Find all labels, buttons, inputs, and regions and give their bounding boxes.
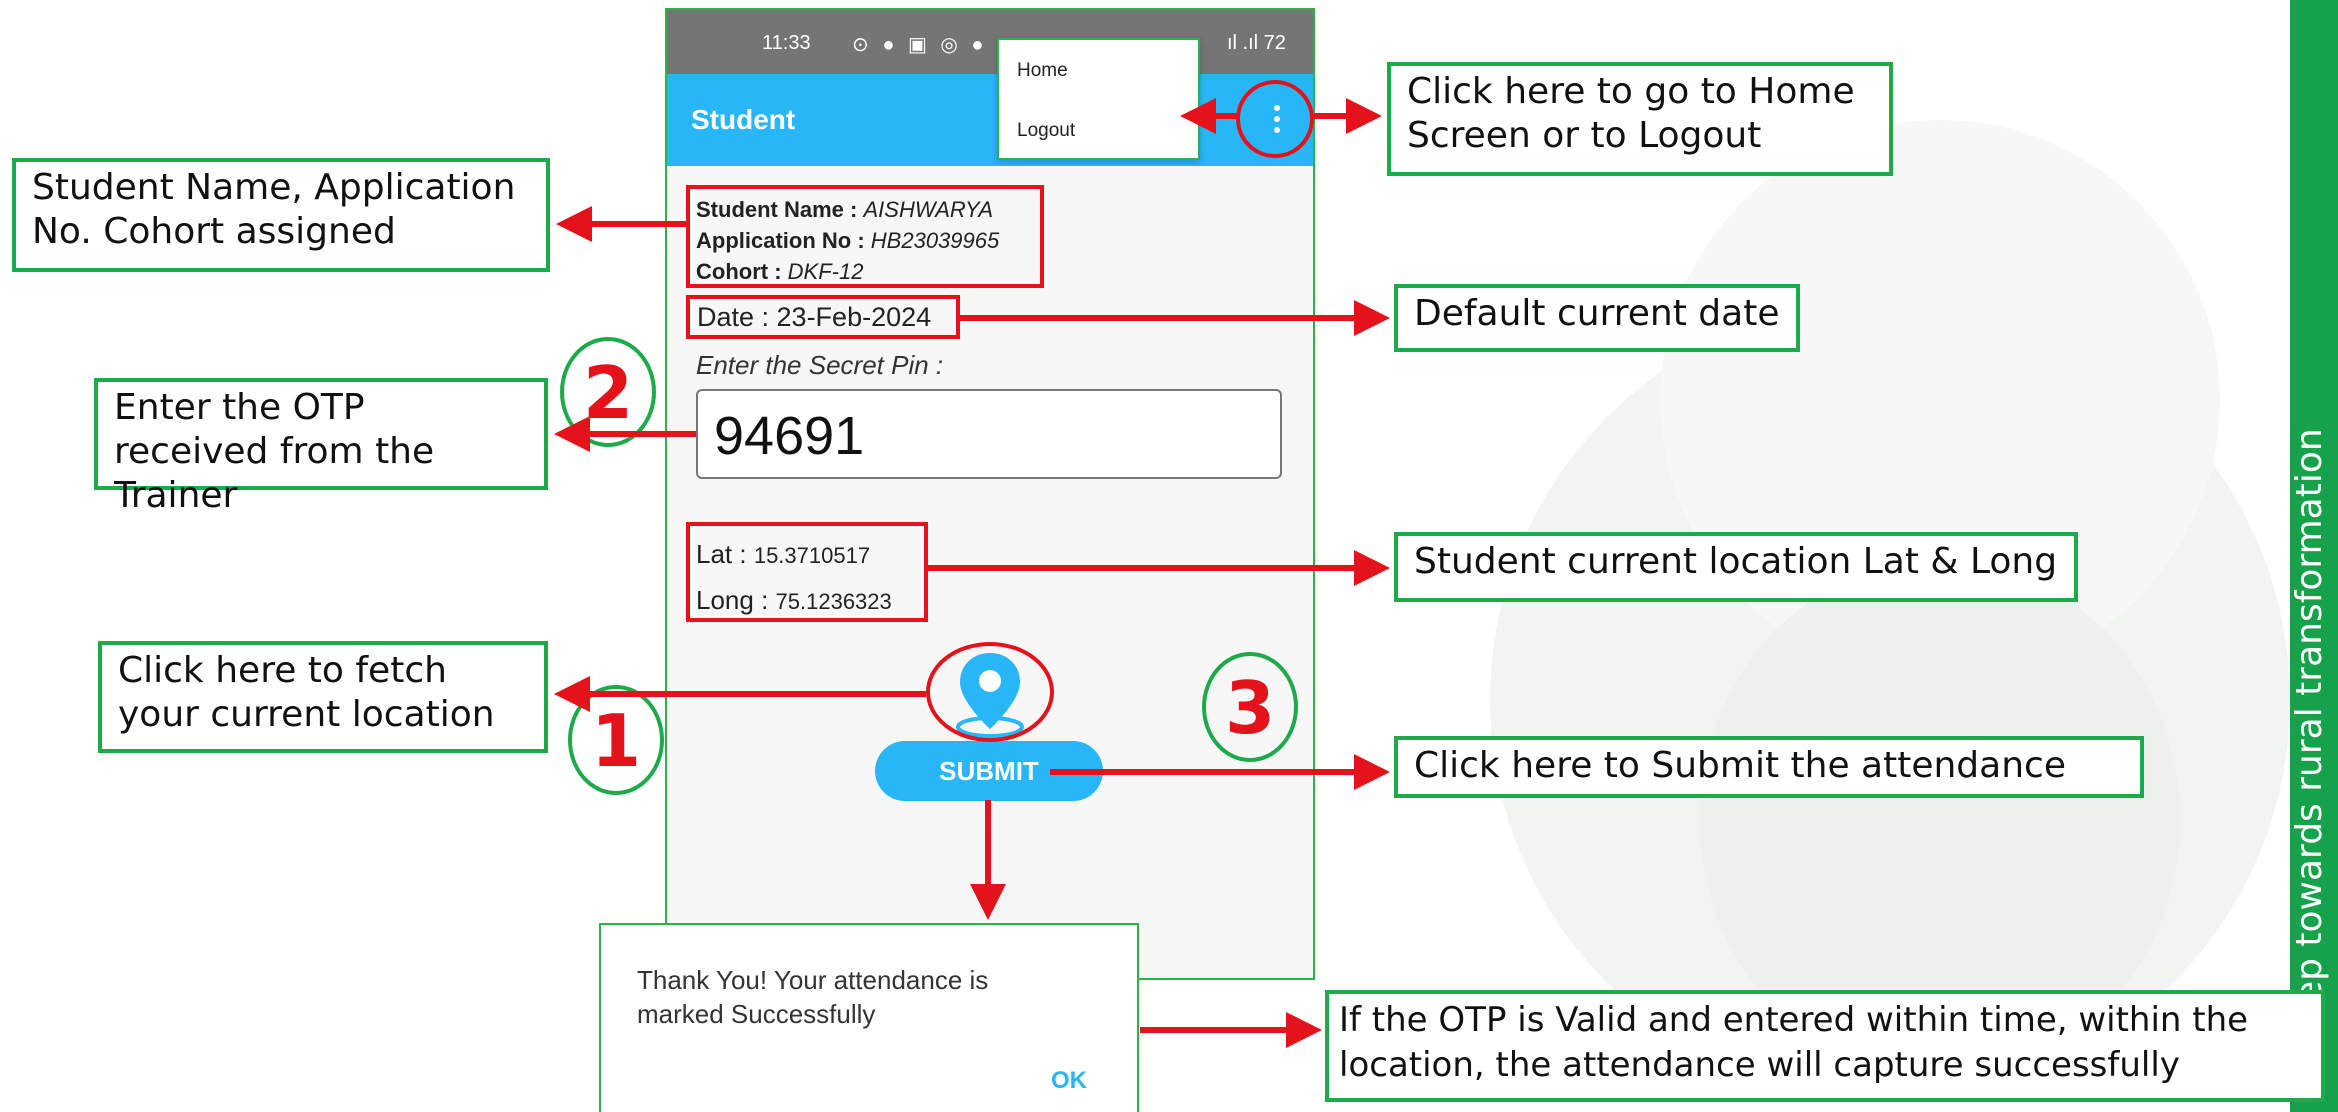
annotation-arrows (554, 98, 1390, 1048)
